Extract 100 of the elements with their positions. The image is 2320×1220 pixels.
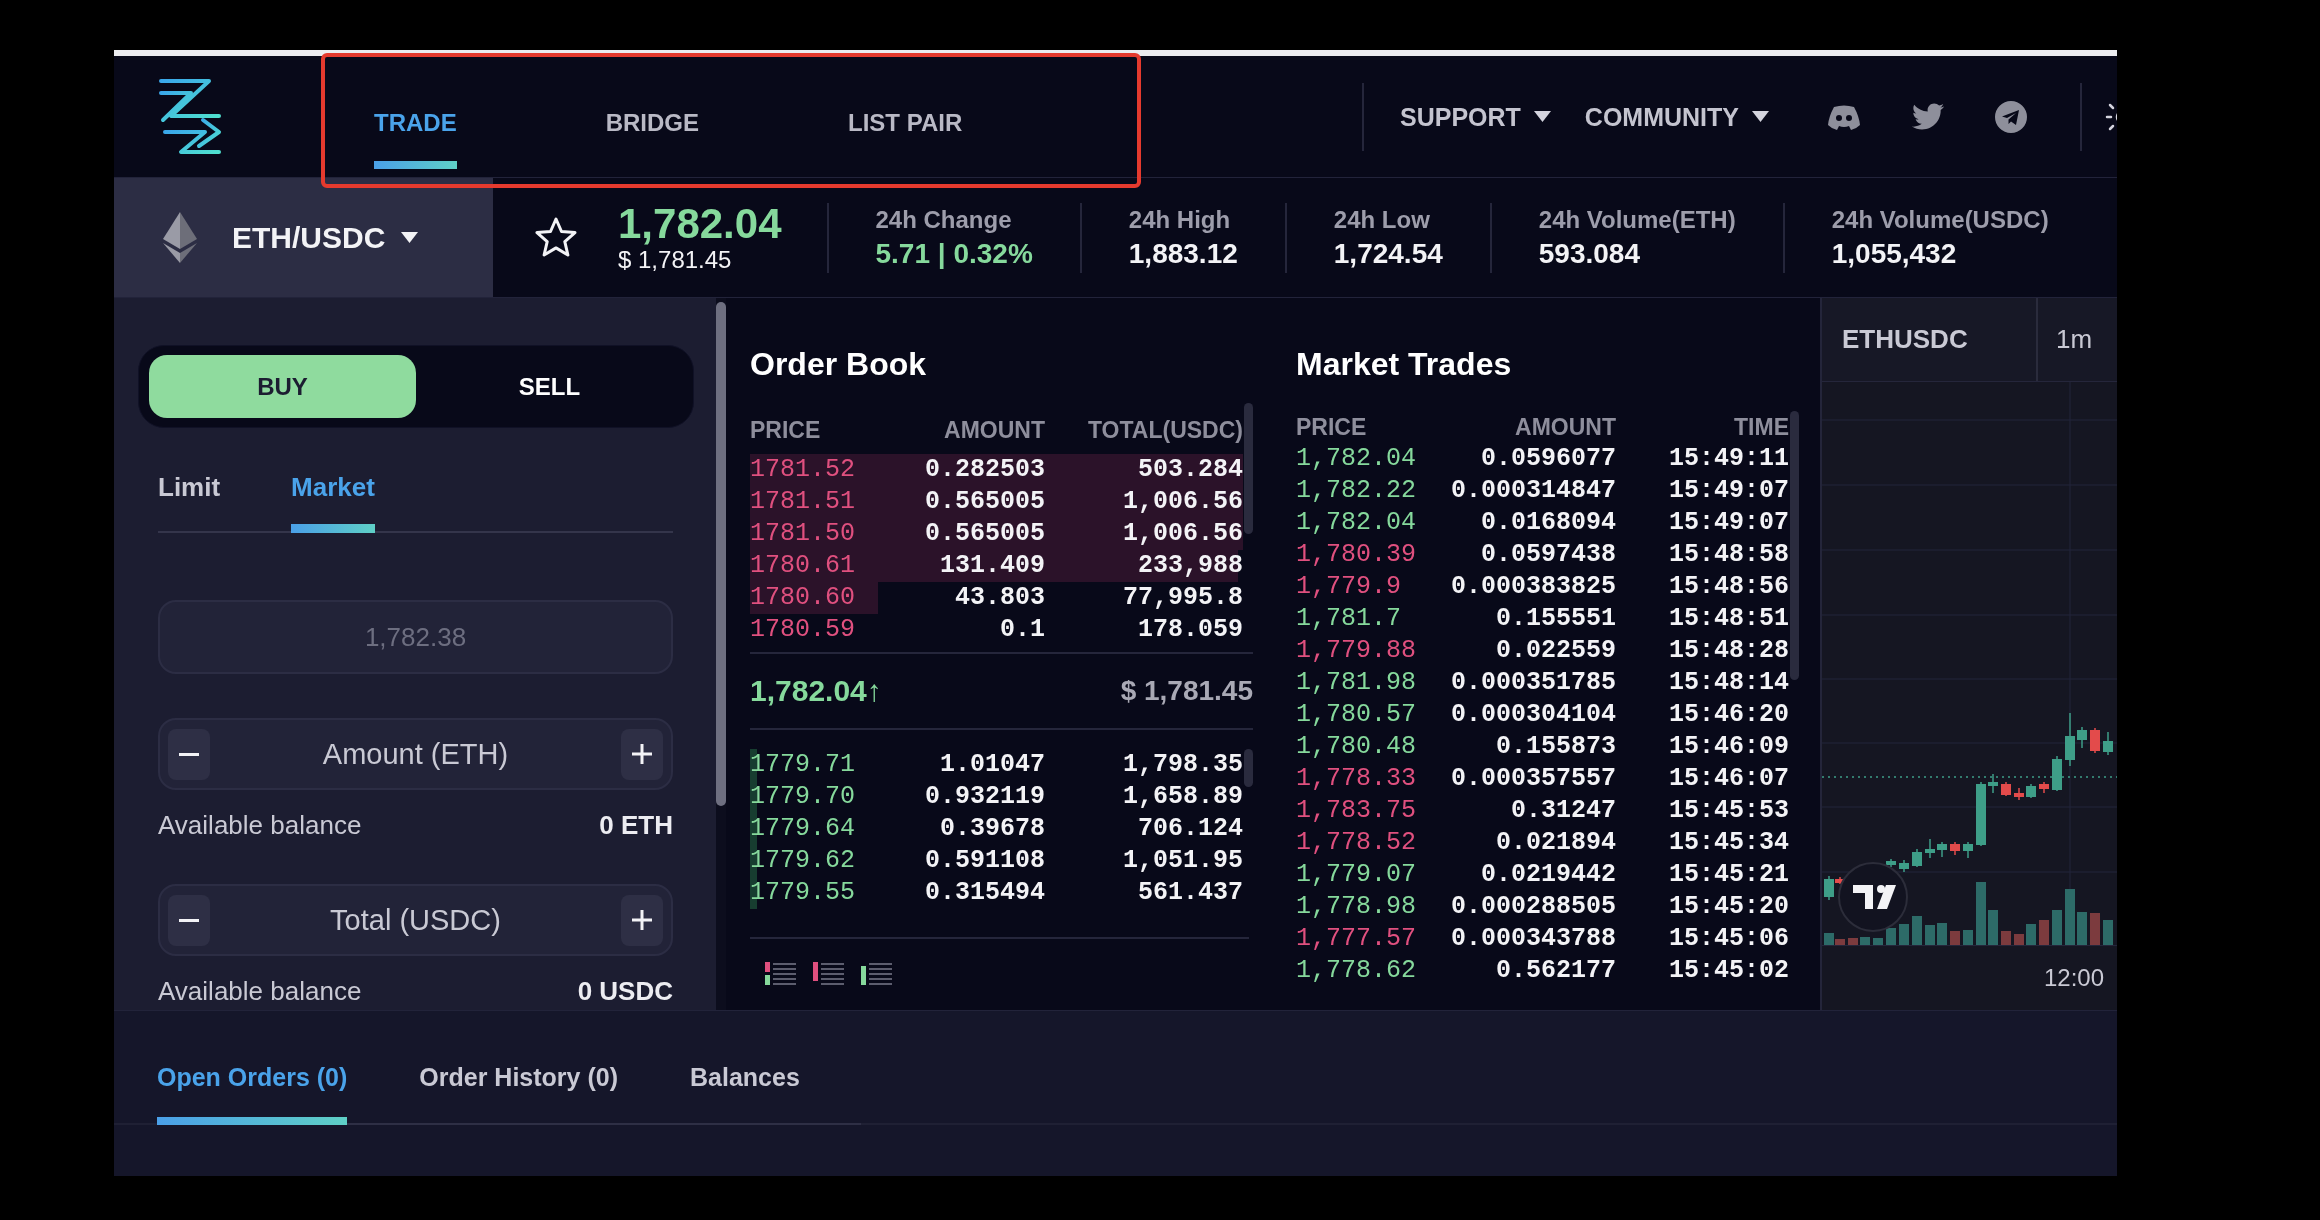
price-cell: 1779.71 [750,749,856,781]
total-cell-text: 706.124 [1136,813,1243,845]
nav-tab[interactable]: TRADE [374,99,457,169]
price-cell: 1,778.52 [1296,827,1417,859]
both-sides-list-icon[interactable] [765,962,796,985]
candle [1925,838,1935,859]
candle [1950,841,1960,856]
stat-label: 24h Change [875,205,1013,234]
balance-value: 0 ETH [599,810,673,840]
amount-cell-text: 0.932119 [923,781,1045,813]
candle [2026,783,2036,799]
total-cell-text: 1,798.35 [1121,749,1243,781]
increase-button[interactable] [621,894,663,946]
scrollbar-thumb[interactable] [716,302,726,806]
amount-cell-text: 0.562177 [1494,955,1616,987]
price-cell: 1,782.04 [1296,443,1417,475]
decrease-button[interactable] [168,894,210,946]
scrollbar-thumb[interactable] [1790,411,1799,680]
amount-cell-text: 43.803 [954,582,1045,614]
time-axis-label: 12:00 [2043,964,2104,992]
time-cell-text: 15:48:28 [1667,635,1789,667]
amount-cell-text: 0.000383825 [1449,571,1616,603]
price-cell: 1,780.57 [1296,699,1417,731]
volume-bar [2001,931,2011,945]
amount-cell-text: 0.0219442 [1479,859,1616,891]
symbol-button[interactable]: ETHUSDC [1822,298,2038,381]
order-type-tab[interactable]: Market [291,472,375,533]
nav-tab[interactable]: LIST PAIR [848,99,963,169]
price-cell: 1,780.39 [1296,539,1417,571]
menu-dropdown[interactable]: COMMUNITY [1584,102,1769,131]
candle [2039,781,2049,794]
scrollbar-thumb[interactable] [1244,749,1253,787]
plus-icon [632,744,652,764]
time-cell-text: 15:45:06 [1667,923,1789,955]
stat-value: 1,055,432 [1831,237,1958,270]
bird-icon[interactable] [1912,103,1944,130]
candle [1963,841,1973,859]
amount-cell-text: 1.01047 [938,749,1045,781]
menu-dropdown[interactable]: SUPPORT [1400,102,1551,131]
balance-label: Available balance [158,810,362,840]
candle [2052,755,2062,792]
volume-bar [1899,924,1909,945]
orders-tab[interactable]: Balances [690,1062,800,1125]
price-cell: 1,778.62 [1296,955,1417,987]
column-header: AMOUNT [943,416,1045,445]
time-cell-text: 15:45:20 [1667,891,1789,923]
volume-bar [2090,913,2100,945]
pair-selector[interactable]: ETH/USDC [114,178,493,297]
total-cell-text: 1,051.95 [1121,845,1243,877]
candle [1937,841,1947,858]
controller-icon[interactable] [1827,103,1861,130]
time-cell-text: 15:45:21 [1667,859,1789,891]
volume-bar [2014,934,2024,945]
decrease-button[interactable] [168,728,210,780]
price-cell: 1,782.04 [1296,507,1417,539]
nav-tab[interactable]: BRIDGE [605,99,699,169]
bids-list-icon[interactable] [861,962,892,985]
time-cell-text: 15:48:58 [1667,539,1789,571]
price-cell: 1781.50 [750,518,856,550]
orders-tab[interactable]: Open Orders (0) [157,1062,348,1125]
stat-label: 24h High [1128,205,1232,234]
price-cell: 1780.60 [750,582,856,614]
star-icon[interactable] [535,217,577,258]
time-cell-text: 15:46:09 [1667,731,1789,763]
price-cell: 1,783.75 [1296,795,1417,827]
orders-tab[interactable]: Order History (0) [419,1062,618,1125]
amount-stepper[interactable]: Amount (ETH) [158,718,673,790]
amount-cell-text: 0.000351785 [1449,667,1616,699]
time-cell-text: 15:49:07 [1667,507,1789,539]
paper-plane-icon[interactable] [1995,100,2027,133]
price-cell: 1,781.7 [1296,603,1402,635]
volume-bar [1886,928,1896,945]
chart-logo-icon[interactable] [1838,862,1908,932]
price-cell: 1,778.33 [1296,763,1417,795]
minus-icon [179,752,199,756]
candle [1988,773,1998,794]
amount-cell-text: 0.155873 [1494,731,1616,763]
increase-button[interactable] [621,728,663,780]
balance-label: Available balance [158,976,362,1006]
order-type-tab[interactable]: Limit [158,472,221,533]
total-stepper[interactable]: Total (USDC) [158,884,673,956]
sell-button[interactable]: SELL [416,355,683,418]
interval-button[interactable]: 1m [2038,298,2093,381]
candle [1912,848,1922,868]
diamond-icon [163,212,197,263]
amount-cell-text: 0.000357557 [1449,763,1616,795]
price-cell: 1781.52 [750,454,856,486]
scrollbar-thumb[interactable] [1244,403,1253,534]
total-input[interactable]: Total (USDC) [210,900,621,940]
candle [1976,781,1986,847]
amount-input[interactable]: Amount (ETH) [210,734,621,774]
amount-cell-text: 131.409 [938,550,1045,582]
stat-value: 1,883.12 [1128,237,1238,270]
volume-bar [1848,938,1858,945]
volume-bar [1925,925,1935,945]
asks-list-icon[interactable] [813,962,844,985]
amount-cell-text: 0.000343788 [1449,923,1616,955]
column-header: AMOUNT [1514,413,1616,442]
volume-bar [1950,931,1960,945]
buy-button[interactable]: BUY [149,355,416,418]
